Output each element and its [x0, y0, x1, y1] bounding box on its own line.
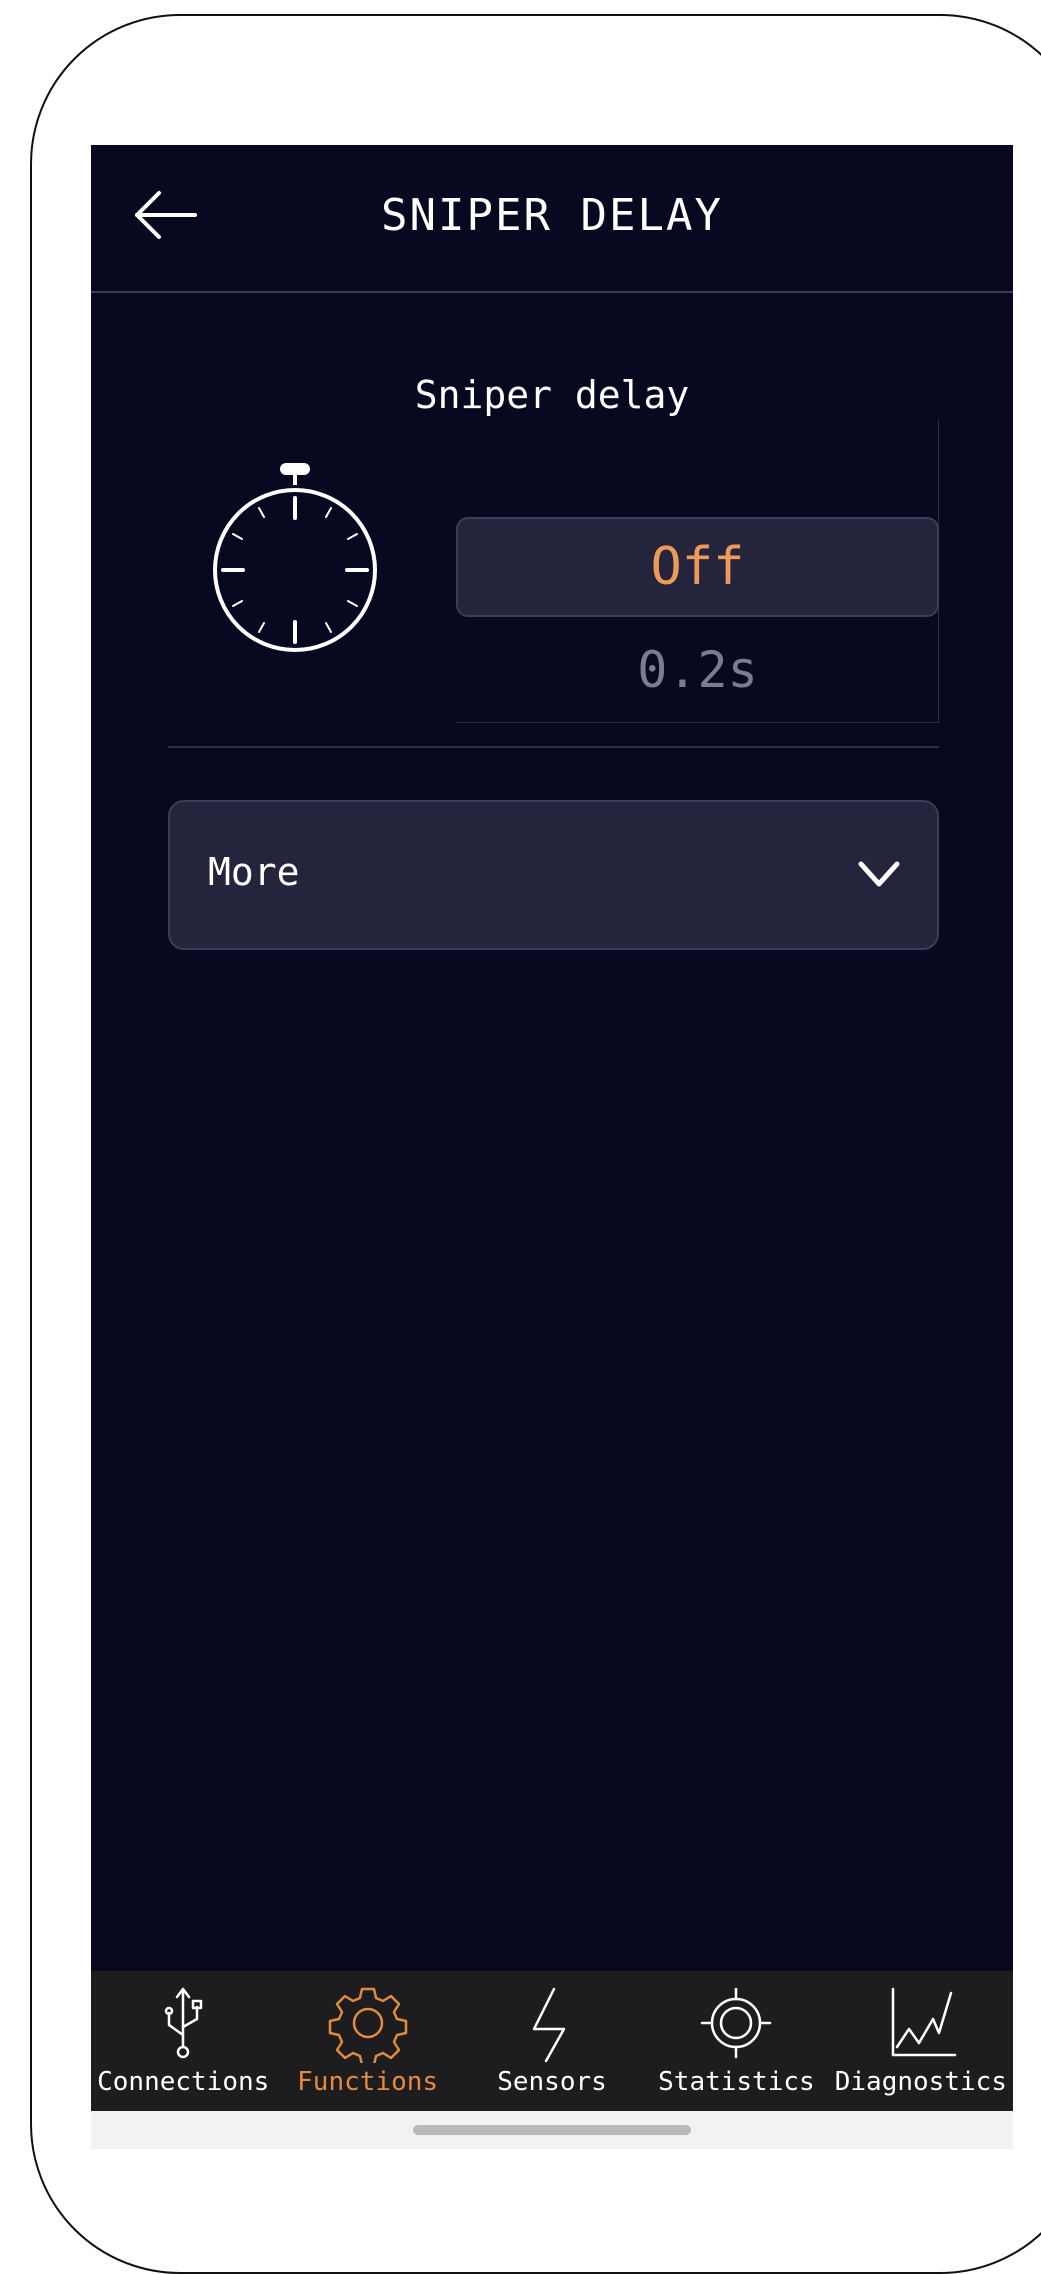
lightning-icon [532, 1987, 566, 2063]
bottom-nav: Connections Functions Sensors Statistics… [91, 1971, 1013, 2111]
nav-label-functions: Functions [297, 2067, 439, 2097]
crosshair-icon [701, 1987, 772, 2059]
home-indicator[interactable] [413, 2125, 691, 2135]
chevron-down-icon [858, 861, 900, 887]
page-title: SNIPER DELAY [381, 190, 723, 241]
nav-label-sensors: Sensors [497, 2067, 607, 2097]
divider [168, 746, 939, 748]
delay-picker[interactable]: Off 0.2s [456, 420, 939, 723]
home-bar [91, 2111, 1013, 2149]
nav-item-functions[interactable]: Functions [275, 1971, 459, 2111]
picker-selected-option[interactable]: Off [456, 517, 939, 617]
nav-label-diagnostics: Diagnostics [834, 2067, 1007, 2097]
header: SNIPER DELAY [91, 145, 1013, 293]
line-chart-icon [891, 1987, 957, 2057]
more-label: More [208, 850, 300, 894]
nav-item-connections[interactable]: Connections [91, 1971, 275, 2111]
nav-item-diagnostics[interactable]: Diagnostics [829, 1971, 1013, 2111]
nav-label-statistics: Statistics [658, 2067, 815, 2097]
app-screen: SNIPER DELAY Sniper delay Off 0.2s More [91, 145, 1013, 2149]
stopwatch-icon [213, 463, 377, 652]
picker-next-option[interactable]: 0.2s [456, 630, 939, 710]
usb-icon [164, 1987, 203, 2059]
more-expander[interactable]: More [168, 800, 939, 950]
setting-title: Sniper delay [414, 373, 690, 417]
gear-icon [328, 1987, 407, 2063]
nav-item-sensors[interactable]: Sensors [460, 1971, 644, 2111]
nav-item-statistics[interactable]: Statistics [644, 1971, 828, 2111]
nav-label-connections: Connections [97, 2067, 270, 2097]
